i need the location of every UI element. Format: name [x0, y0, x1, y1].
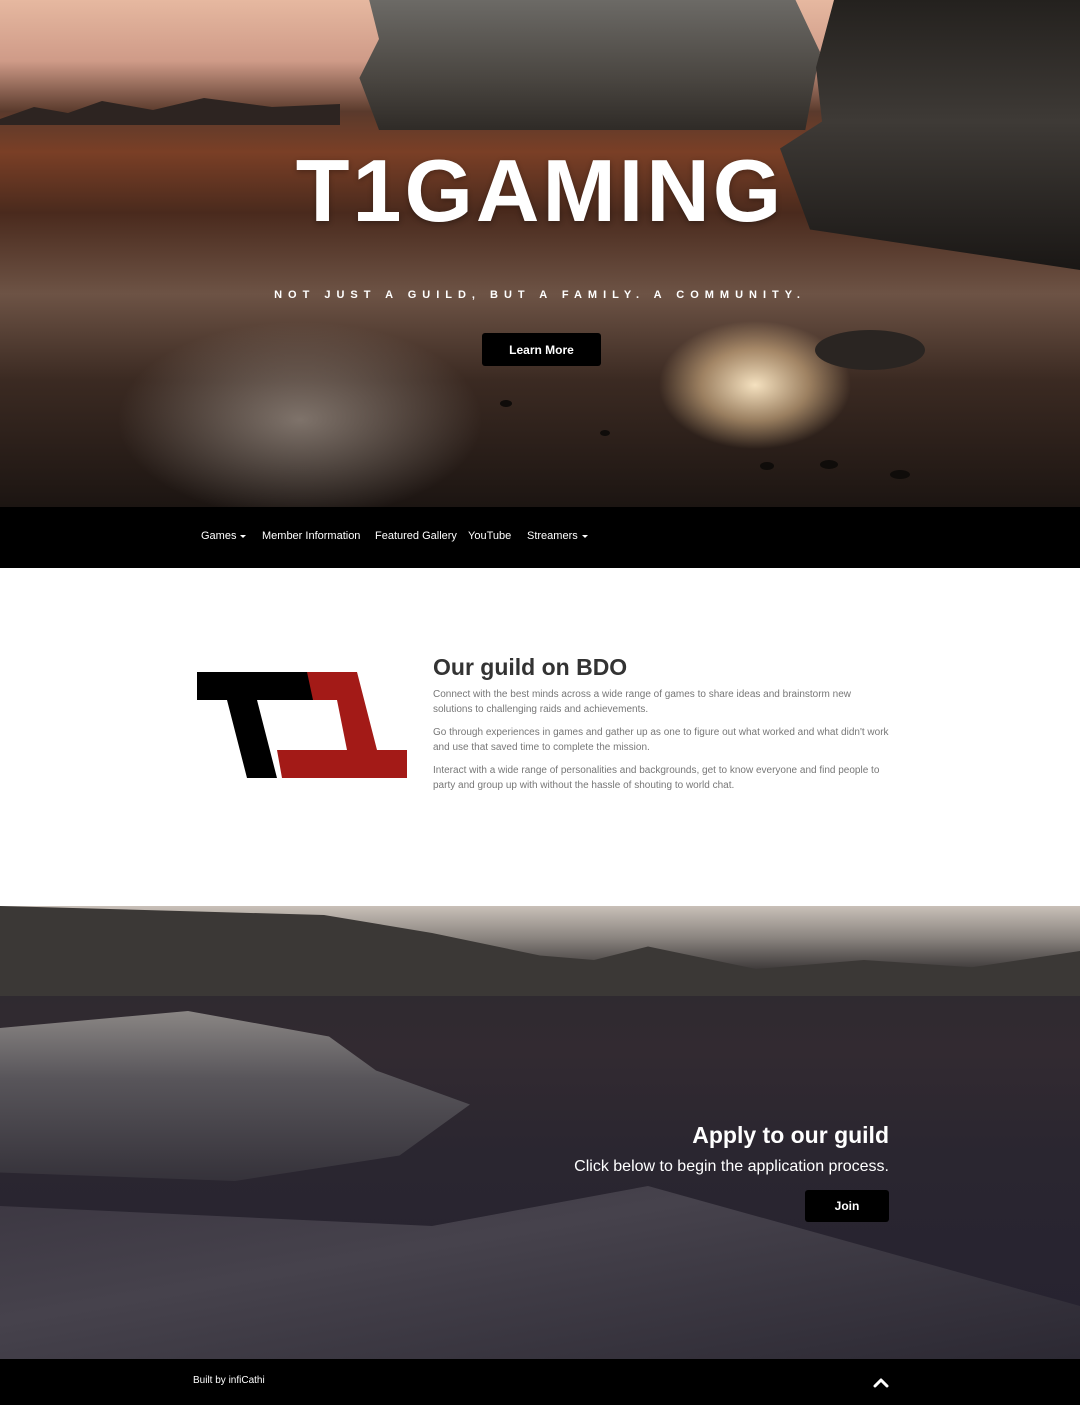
- nav-item-label: Featured Gallery: [375, 530, 457, 542]
- about-section: Our guild on BDO Connect with the best m…: [0, 568, 1080, 906]
- caret-down-icon: [581, 534, 588, 538]
- join-button[interactable]: Join: [805, 1190, 889, 1222]
- hero-subtitle: NOT JUST A GUILD, BUT A FAMILY. A COMMUN…: [274, 289, 806, 301]
- background-cliff: [359, 0, 820, 130]
- nav-item-featured-gallery[interactable]: Featured Gallery: [375, 530, 457, 542]
- shore-boulder: [815, 330, 925, 370]
- footer: Built by infiCathi: [0, 1359, 1080, 1405]
- background-hills: [0, 906, 1080, 996]
- about-paragraph: Interact with a wide range of personalit…: [433, 765, 880, 791]
- nav-item-youtube[interactable]: YouTube: [468, 530, 511, 542]
- main-nav: Games Member Information Featured Galler…: [0, 507, 1080, 568]
- learn-more-button[interactable]: Learn More: [482, 333, 601, 366]
- nav-item-label: Streamers: [527, 530, 578, 542]
- hero-section: T1GAMING NOT JUST A GUILD, BUT A FAMILY.…: [0, 0, 1080, 507]
- nav-item-streamers[interactable]: Streamers: [527, 530, 588, 542]
- pebble: [760, 462, 774, 470]
- pebble: [890, 470, 910, 479]
- background-hills: [0, 98, 340, 125]
- caret-down-icon: [240, 534, 247, 538]
- nav-item-label: Member Information: [262, 530, 361, 542]
- chevron-up-icon[interactable]: [873, 1375, 889, 1389]
- about-paragraph: Go through experiences in games and gath…: [433, 727, 889, 753]
- about-paragraph: Connect with the best minds across a wid…: [433, 689, 851, 715]
- about-title: Our guild on BDO: [433, 654, 628, 680]
- pebble: [500, 400, 512, 407]
- pebble: [600, 430, 610, 436]
- apply-section: Apply to our guild Click below to begin …: [0, 906, 1080, 1359]
- nav-item-label: Games: [201, 530, 237, 542]
- background-shore: [0, 1186, 1080, 1359]
- apply-title: Apply to our guild: [692, 1122, 889, 1148]
- nav-item-label: YouTube: [468, 530, 512, 542]
- apply-subtitle: Click below to begin the application pro…: [574, 1158, 889, 1175]
- t1-logo: [197, 672, 407, 778]
- hero-title: T1GAMING: [295, 141, 785, 240]
- background-rock: [0, 1011, 470, 1181]
- nav-item-games[interactable]: Games: [201, 530, 247, 542]
- footer-credit: Built by infiCathi: [193, 1375, 265, 1386]
- pebble: [820, 460, 838, 469]
- nav-item-member-information[interactable]: Member Information: [262, 530, 360, 542]
